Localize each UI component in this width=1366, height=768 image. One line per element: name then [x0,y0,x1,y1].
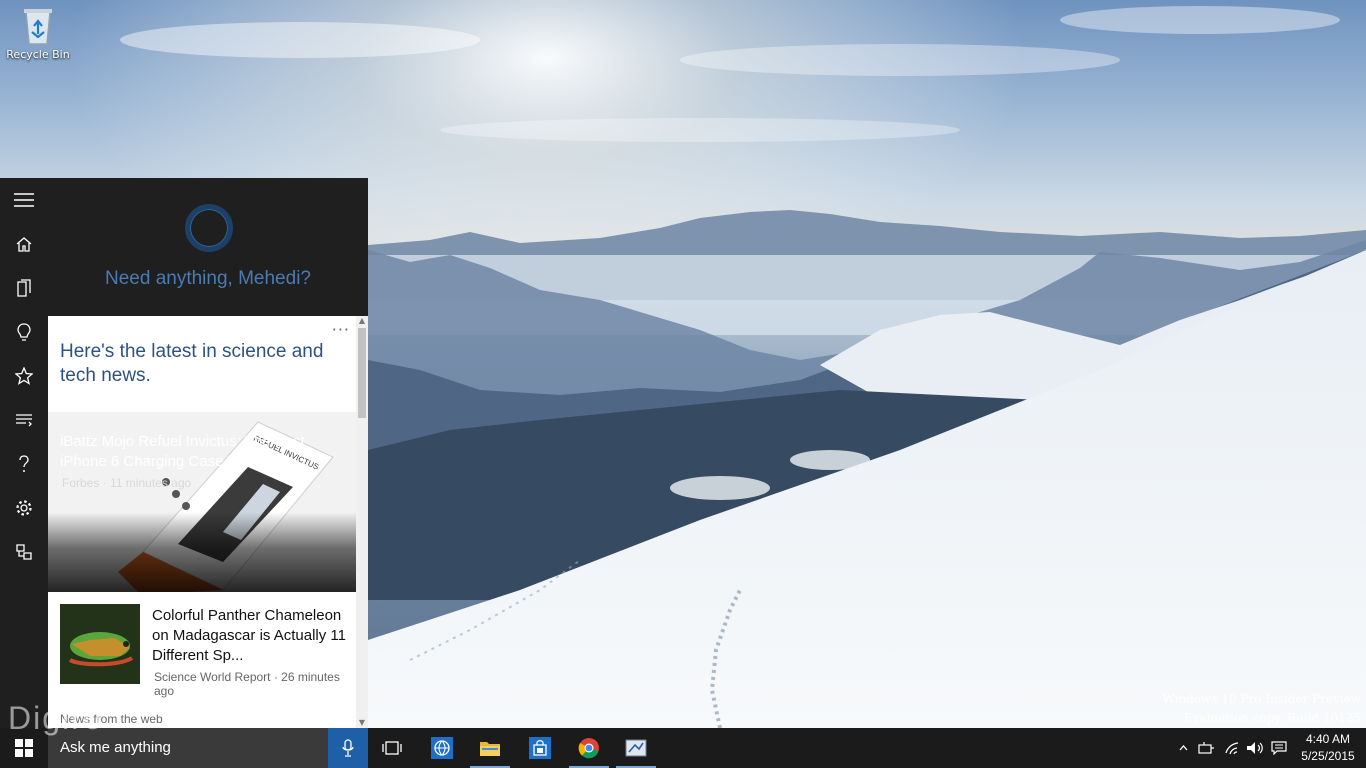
file-explorer-button[interactable] [466,728,514,768]
hero-shade [48,512,356,592]
clock[interactable]: 4:40 AM 5/25/2015 [1294,731,1362,765]
store-icon [529,737,551,759]
feedback-icon[interactable] [0,530,48,574]
watermark-line2: Evaluation copy. Build 10125 [1183,711,1361,725]
help-icon[interactable] [0,442,48,486]
cortana-feed: ··· Here's the latest in science and tec… [48,316,356,728]
microphone-icon [342,739,354,757]
evaluation-watermark: Windows 10 Pro Insider Preview Evaluatio… [1163,690,1361,728]
item-source: Science World Report · 26 minutes ago [154,670,340,698]
notebook-icon[interactable] [0,266,48,310]
show-hidden-icons-button[interactable] [1176,728,1190,768]
hero-headline[interactable]: iBattz Mojo Refuel Invictus: The Best iP… [60,432,352,472]
cortana-greeting: Need anything, Mehedi? [105,268,311,289]
wifi-icon[interactable] [1222,728,1244,768]
app-icon [625,739,647,757]
volume-icon[interactable] [1244,728,1266,768]
taskbar: Ask me anything 4:40 AM 5/25/2015 [0,728,1366,768]
scroll-thumb[interactable] [358,328,366,418]
feed-scrollbar[interactable]: ▲ ▼ [356,316,368,728]
power-icon[interactable] [1196,728,1218,768]
microphone-button[interactable] [328,728,368,768]
more-options-button[interactable]: ··· [332,320,350,339]
reminders-icon[interactable] [0,398,48,442]
home-icon[interactable] [0,222,48,266]
recycle-bin-icon [24,9,52,45]
scroll-down-icon[interactable]: ▼ [356,718,368,728]
scroll-up-icon[interactable]: ▲ [356,316,368,326]
item-title[interactable]: Colorful Panther Chameleon on Madagascar… [152,606,352,666]
windows-logo-icon [15,739,33,757]
clock-time: 4:40 AM [1305,732,1351,746]
chameleon-image [60,604,140,684]
cortana-header: Need anything, Mehedi? [48,178,368,316]
cortana-circle-icon [185,204,233,252]
task-view-icon [382,741,402,755]
settings-icon[interactable] [0,486,48,530]
store-button[interactable] [516,728,564,768]
brand-watermark: Digiro [8,700,104,736]
chrome-button[interactable] [565,728,613,768]
recycle-bin-label: Recycle Bin [6,48,70,61]
hamburger-icon[interactable] [0,178,48,222]
clock-date: 5/25/2015 [1301,749,1355,763]
task-view-button[interactable] [368,728,416,768]
edge-globe-icon [431,737,453,759]
chevron-up-icon [1179,745,1187,751]
recycle-bin[interactable]: Recycle Bin [4,6,72,61]
star-icon[interactable] [0,354,48,398]
hero-source: Forbes · 11 minutes ago [62,476,192,490]
app-button[interactable] [612,728,660,768]
news-header: Here's the latest in science and tech ne… [60,341,324,386]
file-explorer-icon [480,742,500,756]
edge-globe-button[interactable] [418,728,466,768]
chrome-icon [578,738,599,759]
lightbulb-icon[interactable] [0,310,48,354]
watermark-line1: Windows 10 Pro Insider Preview [1162,692,1361,706]
action-center-icon[interactable] [1268,728,1290,768]
cortana-rail [0,178,48,728]
news-card-item[interactable]: Colorful Panther Chameleon on Madagascar… [60,604,350,704]
